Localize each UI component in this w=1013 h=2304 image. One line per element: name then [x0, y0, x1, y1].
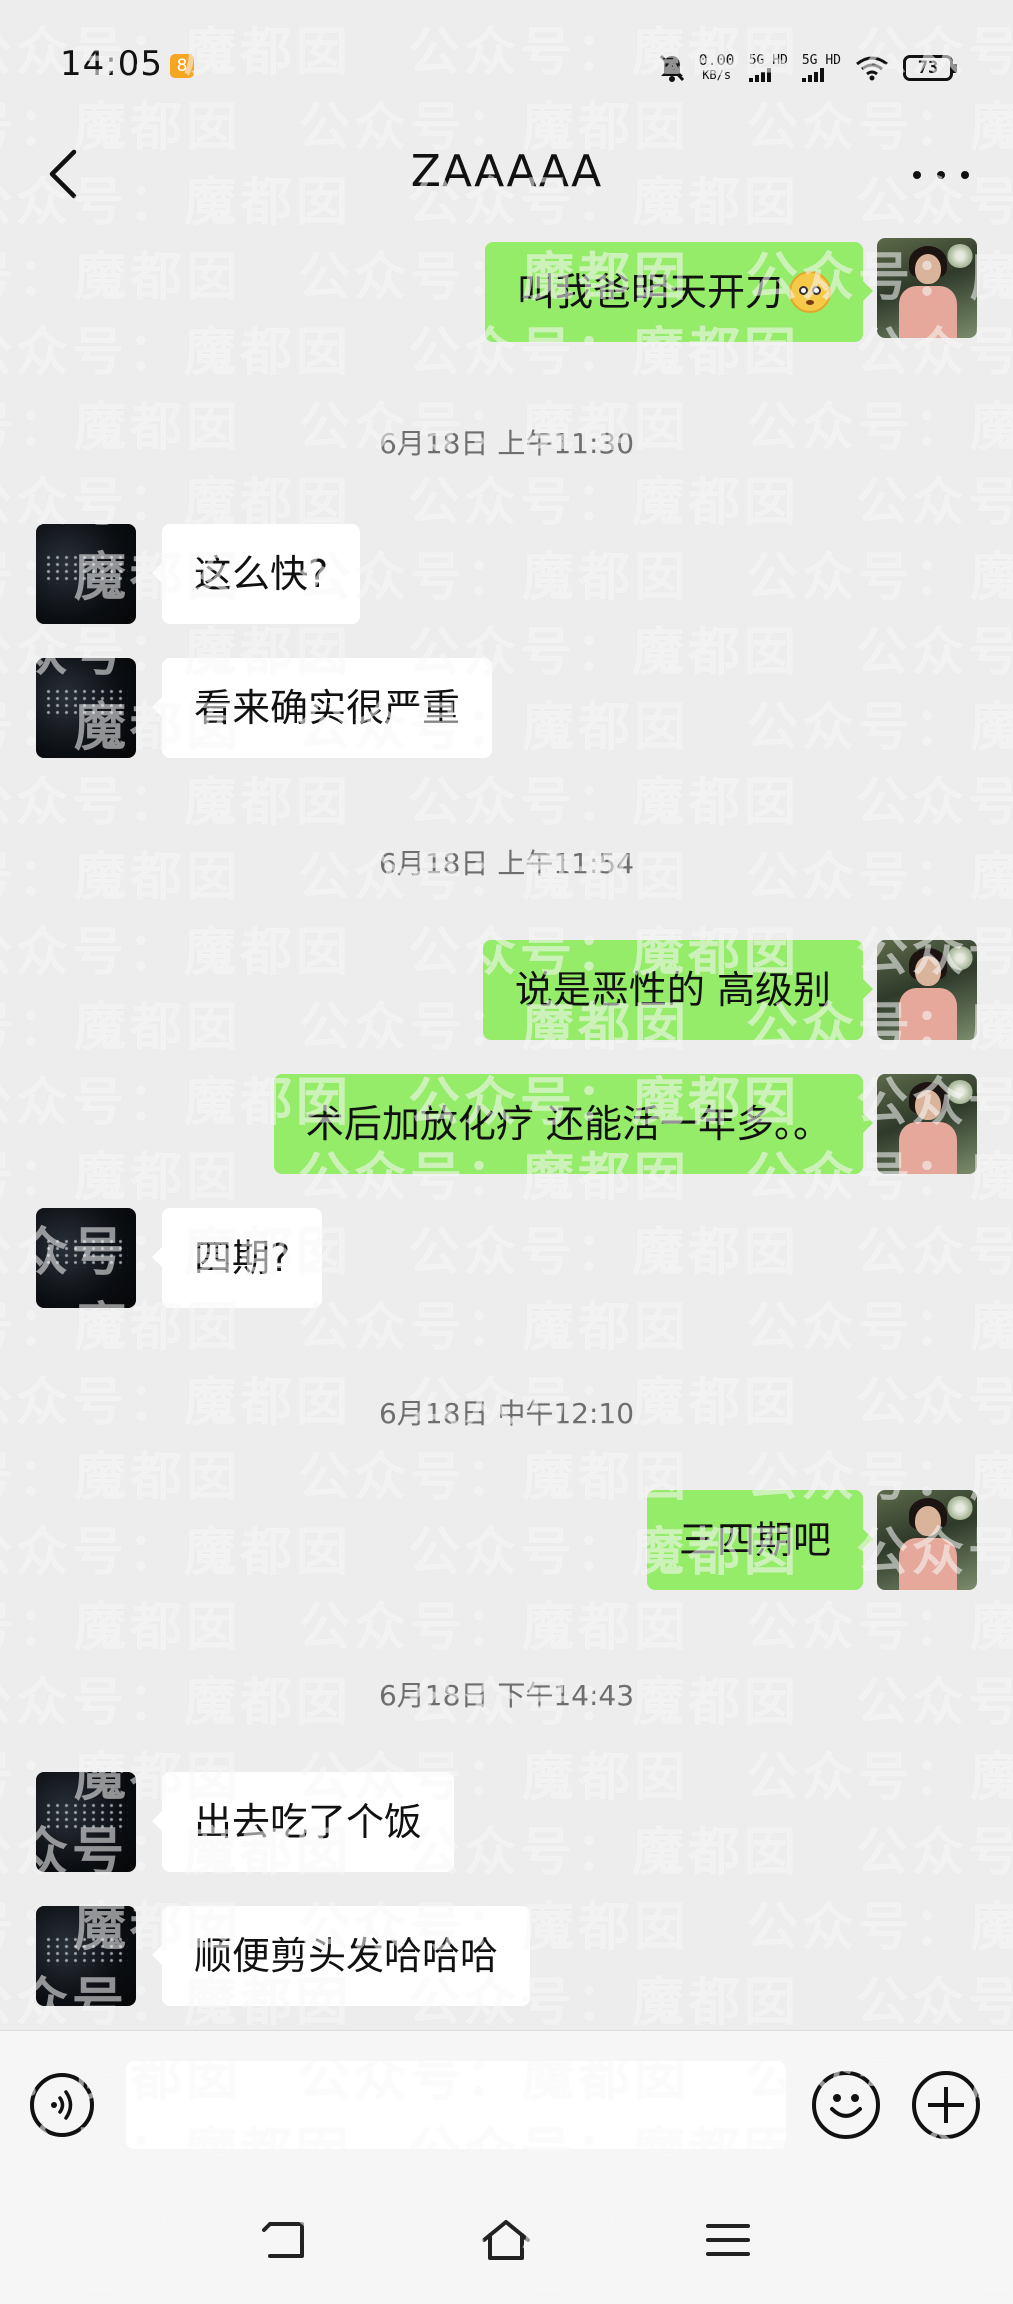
message-text: 看来确实很严重 — [194, 686, 461, 730]
emoji-icon — [830, 2094, 862, 2118]
message-timestamp: 6月18日 下午14:43 — [378, 1679, 635, 1712]
message-timestamp: 6月18日 上午11:30 — [378, 427, 635, 460]
more-dots-icon — [937, 171, 945, 179]
more-dots-icon — [961, 171, 969, 179]
message-text: 顺便剪头发哈哈哈 — [194, 1934, 499, 1978]
signal-label: 5G HD — [748, 53, 788, 68]
status-time: 14:05 — [60, 44, 163, 84]
back-icon — [262, 2222, 304, 2258]
flushed-face-emoji-icon — [789, 270, 831, 313]
system-nav-bar — [0, 2180, 1013, 2304]
contact-avatar[interactable] — [36, 1906, 136, 2006]
message-text: 说是恶性的 高级别 — [514, 968, 831, 1012]
message-text: 术后加放化疗 还能活一年多。。 — [305, 1102, 831, 1146]
emoji-button[interactable] — [812, 2071, 880, 2139]
notifications-muted-icon — [659, 54, 684, 82]
voice-icon — [51, 2090, 73, 2120]
more-dots-icon — [913, 171, 921, 179]
my-avatar[interactable] — [877, 1074, 977, 1174]
message-text: 这么快? — [194, 552, 329, 596]
nav-back-button[interactable] — [256, 2216, 312, 2264]
message-bubble-sent[interactable]: 说是恶性的 高级别 — [482, 940, 874, 1040]
message-bubble-received[interactable]: 这么快? — [151, 524, 361, 624]
input-bar — [0, 2030, 1013, 2181]
message-timestamp: 6月18日 上午11:54 — [378, 847, 635, 880]
menu-icon — [706, 2224, 750, 2256]
net-speed-unit: KB/s — [702, 68, 732, 82]
signal-label: 5G HD — [801, 53, 841, 68]
net-speed: 0.00 KB/s — [699, 53, 735, 83]
my-avatar[interactable] — [877, 940, 977, 1040]
nav-home-button[interactable] — [478, 2216, 534, 2264]
contact-avatar[interactable] — [36, 1208, 136, 1308]
message-bubble-sent[interactable]: 术后加放化疗 还能活一年多。。 — [273, 1074, 874, 1174]
message-text: 叫我爸明天开刀 — [516, 270, 783, 314]
wifi-icon — [856, 56, 888, 81]
contact-avatar[interactable] — [36, 658, 136, 758]
signal-icon: 5G HD — [748, 53, 788, 82]
status-bar: 14:05 8 0.00 KB/s 5G HD 5G HD 73 — [0, 0, 1013, 130]
message-bubble-received[interactable]: 出去吃了个饭 — [151, 1772, 455, 1872]
more-options-button[interactable] — [913, 160, 969, 190]
my-avatar[interactable] — [877, 238, 977, 338]
battery-icon: 73 — [903, 55, 957, 81]
chat-header: ZAAAAA — [0, 130, 1013, 220]
home-icon — [482, 2220, 530, 2260]
voice-button[interactable] — [30, 2073, 94, 2137]
app-notification-icon: 8 — [170, 54, 194, 78]
signal-icon: 5G HD — [801, 53, 841, 82]
message-text: 出去吃了个饭 — [194, 1800, 423, 1844]
message-bubble-received[interactable]: 看来确实很严重 — [151, 658, 493, 758]
message-bubble-received[interactable]: 四期? — [151, 1208, 323, 1308]
message-bubble-sent[interactable]: 三四期吧 — [646, 1490, 874, 1590]
message-timestamp: 6月18日 中午12:10 — [378, 1397, 635, 1430]
message-input[interactable] — [126, 2061, 786, 2149]
contact-avatar[interactable] — [36, 1772, 136, 1872]
contact-avatar[interactable] — [36, 524, 136, 624]
my-avatar[interactable] — [877, 1490, 977, 1590]
nav-menu-button[interactable] — [700, 2216, 756, 2264]
status-icons: 0.00 KB/s 5G HD 5G HD 73 — [659, 48, 957, 88]
message-text: 三四期吧 — [678, 1518, 831, 1562]
chat-title: ZAAAAA — [410, 146, 603, 197]
plus-button[interactable] — [912, 2071, 980, 2139]
net-speed-value: 0.00 — [698, 51, 735, 69]
message-text: 四期? — [194, 1236, 291, 1280]
chat-messages[interactable]: 叫我爸明天开刀 6月18日 上午11:30 这么快? 看来确实很严重 6月18日… — [0, 220, 1013, 2030]
message-bubble-sent[interactable]: 叫我爸明天开刀 — [484, 242, 874, 342]
message-bubble-received[interactable]: 顺便剪头发哈哈哈 — [151, 1906, 531, 2006]
